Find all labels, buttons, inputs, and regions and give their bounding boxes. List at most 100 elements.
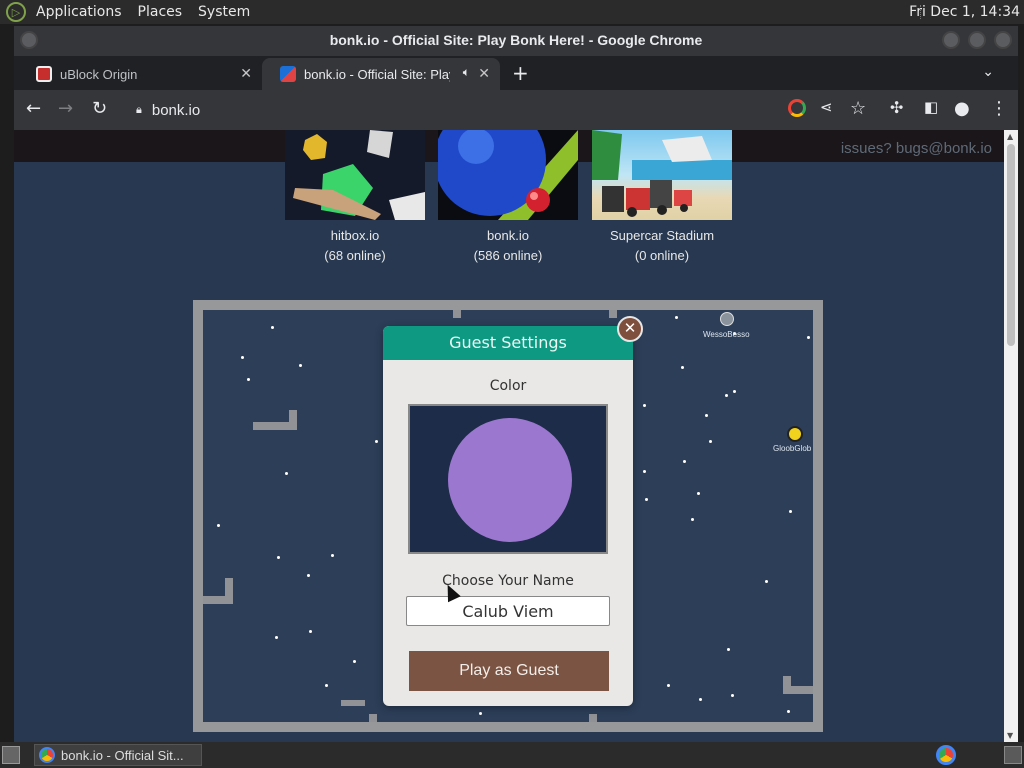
star [675, 316, 678, 319]
star [241, 356, 244, 359]
top-panel: ▷ Applications Places System Fri Dec 1, … [0, 0, 1024, 24]
star [705, 414, 708, 417]
taskbar-item-label: bonk.io - Official Sit... [61, 747, 184, 763]
supercar-thumbnail[interactable] [592, 130, 732, 220]
share-icon[interactable]: ⋖ [820, 98, 833, 116]
show-desktop-icon[interactable] [2, 746, 20, 764]
workspace-switcher-icon[interactable] [1004, 746, 1022, 764]
star [375, 440, 378, 443]
wall [783, 676, 791, 694]
new-tab-icon[interactable]: + [512, 61, 529, 85]
star [299, 364, 302, 367]
wall [453, 310, 461, 318]
game-name: bonk.io [487, 228, 529, 243]
supercar-art [592, 130, 732, 217]
forward-arrow-icon[interactable]: → [58, 98, 73, 119]
close-tab-icon[interactable]: ✕ [240, 65, 252, 82]
star [643, 470, 646, 473]
star [691, 518, 694, 521]
applications-logo-icon[interactable]: ▷ [6, 2, 26, 22]
star [353, 660, 356, 663]
color-swatch[interactable] [448, 418, 572, 542]
tab-ublock-origin[interactable]: uBlock Origin ✕ [18, 58, 262, 90]
star [727, 648, 730, 651]
profile-icon[interactable]: ● [954, 98, 970, 119]
star [699, 698, 702, 701]
star [789, 510, 792, 513]
star [725, 394, 728, 397]
player-name-label: GloobGlob [773, 444, 812, 453]
modal-title: Guest Settings [383, 326, 633, 360]
game-card-supercar[interactable]: Supercar Stadium (0 online) [592, 130, 732, 263]
close-icon[interactable]: ✕ [617, 316, 643, 342]
star [331, 554, 334, 557]
title-bar[interactable]: bonk.io - Official Site: Play Bonk Here!… [14, 26, 1018, 56]
color-label: Color [489, 378, 527, 394]
game-card-bonk[interactable]: bonk.io (586 online) [438, 130, 578, 263]
star [309, 630, 312, 633]
google-lens-icon[interactable] [788, 99, 806, 117]
lock-icon[interactable]: 🔒︎ [136, 104, 142, 117]
scroll-thumb[interactable] [1007, 144, 1015, 346]
star [787, 710, 790, 713]
hitbox-art [293, 130, 425, 220]
wall [289, 410, 297, 430]
scroll-down-arrow-icon[interactable]: ▼ [1007, 731, 1013, 740]
star [325, 684, 328, 687]
page-viewport: issues? bugs@bonk.io hitbox.io (68 onlin… [14, 130, 1004, 742]
star [271, 326, 274, 329]
star-icon[interactable]: ☆ [850, 98, 866, 119]
star [643, 404, 646, 407]
bonk-thumbnail[interactable] [438, 130, 578, 220]
minimize-button[interactable] [942, 31, 960, 49]
chevron-down-icon[interactable]: ⌄ [982, 64, 994, 80]
star [733, 390, 736, 393]
back-arrow-icon[interactable]: ← [26, 98, 41, 119]
reload-icon[interactable]: ↻ [92, 98, 107, 119]
tab-strip: uBlock Origin ✕ bonk.io - Official Site:… [14, 56, 1018, 90]
star [667, 684, 670, 687]
maximize-button[interactable] [968, 31, 986, 49]
page-scrollbar[interactable]: ▲ ▼ [1004, 130, 1018, 742]
menu-system[interactable]: System [190, 0, 258, 24]
star [275, 636, 278, 639]
star [683, 460, 686, 463]
url-text: bonk.io [151, 101, 201, 119]
name-input[interactable] [406, 596, 610, 626]
player-gloobglob-avatar [787, 426, 803, 442]
bonk-favicon-icon [280, 66, 296, 82]
game-online-count: (0 online) [634, 248, 690, 263]
taskbar-window-item[interactable]: bonk.io - Official Sit... [34, 744, 202, 766]
guest-settings-modal: Guest Settings ✕ Color Choose Your Name … [383, 316, 643, 706]
scroll-up-arrow-icon[interactable]: ▲ [1007, 132, 1013, 141]
bonk-art [438, 130, 578, 220]
star [645, 498, 648, 501]
close-window-button[interactable] [994, 31, 1012, 49]
hitbox-thumbnail[interactable] [285, 130, 425, 220]
extensions-icon[interactable]: ✣ [890, 98, 903, 117]
star [479, 712, 482, 715]
more-menu-icon[interactable]: ⋮ [990, 98, 1008, 119]
tab-bonk-io[interactable]: bonk.io - Official Site: Play 🔈︎ ✕ [262, 58, 500, 90]
clock[interactable]: Fri Dec 1, 14:34 [909, 0, 1020, 24]
star [731, 694, 734, 697]
address-bar[interactable]: 🔒︎ bonk.io [126, 94, 676, 126]
game-arena[interactable]: WessoBesso GloobGlob Guest Settings ✕ Co… [193, 300, 823, 732]
ublock-favicon-icon [36, 66, 52, 82]
game-card-hitbox[interactable]: hitbox.io (68 online) [285, 130, 425, 263]
wall [609, 310, 617, 318]
issues-link[interactable]: issues? bugs@bonk.io [841, 140, 992, 157]
star [709, 440, 712, 443]
star [247, 378, 250, 381]
side-panel-icon[interactable]: ◧ [924, 98, 938, 116]
color-preview[interactable] [408, 404, 608, 554]
speaker-icon[interactable]: 🔈︎ [463, 65, 470, 80]
star [807, 336, 810, 339]
close-tab-icon[interactable]: ✕ [478, 65, 490, 82]
menu-applications[interactable]: Applications [28, 0, 130, 24]
menu-places[interactable]: Places [130, 0, 191, 24]
chrome-tray-icon[interactable] [936, 745, 956, 765]
play-as-guest-button[interactable]: Play as Guest [409, 651, 609, 691]
star [285, 472, 288, 475]
bottom-taskbar: bonk.io - Official Sit... [0, 742, 1024, 768]
